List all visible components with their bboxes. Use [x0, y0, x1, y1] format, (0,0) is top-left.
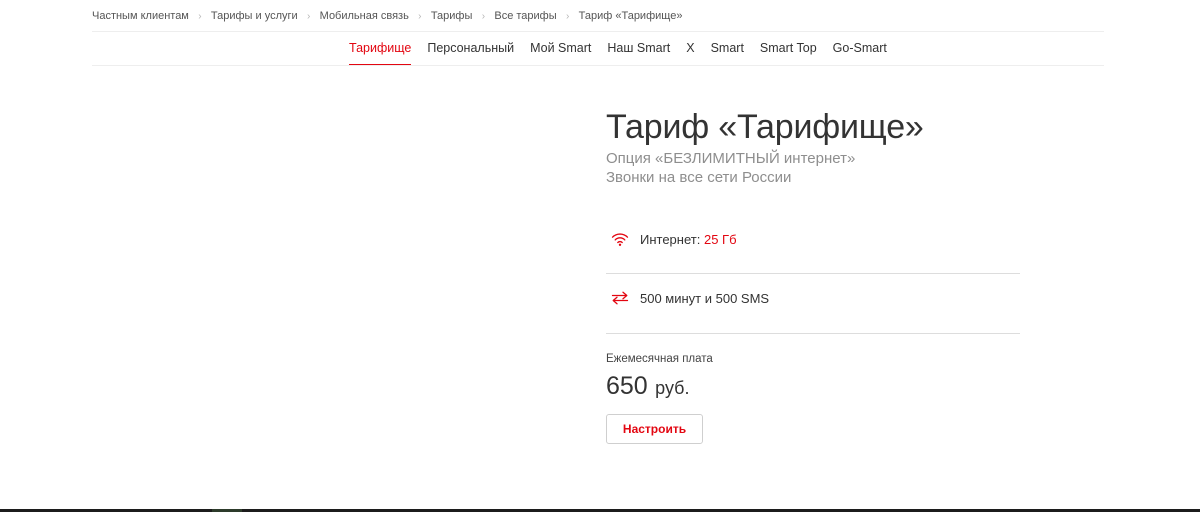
tab-nash-smart[interactable]: Наш Smart: [607, 40, 670, 56]
tariff-tabs: Тарифище Персональный Мой Smart Наш Smar…: [349, 40, 887, 66]
breadcrumb-separator: ›: [565, 10, 570, 22]
tab-x[interactable]: X: [686, 40, 694, 56]
breadcrumb-separator: ›: [481, 10, 486, 22]
tariff-subtitle-calls: Звонки на все сети России: [606, 169, 792, 186]
breadcrumb-item-private-clients[interactable]: Частным клиентам: [92, 10, 189, 22]
page-title: Тариф «Тарифище»: [606, 108, 924, 146]
tab-tarifishche[interactable]: Тарифище: [349, 40, 412, 66]
exchange-arrows-icon: [608, 288, 632, 308]
feature-internet: Интернет: 25 Гб: [606, 210, 1020, 268]
wifi-icon: [608, 229, 632, 249]
tariff-subtitle-option: Опция «БЕЗЛИМИТНЫЙ интернет»: [606, 150, 856, 167]
feature-divider: [606, 333, 1020, 334]
feature-internet-label: Интернет:: [640, 231, 701, 247]
breadcrumb-item-all-tariffs[interactable]: Все тарифы: [494, 10, 556, 22]
tab-my-smart[interactable]: Мой Smart: [530, 40, 591, 56]
breadcrumb-item-tariffs-services[interactable]: Тарифы и услуги: [211, 10, 298, 22]
breadcrumb-separator: ›: [198, 10, 202, 22]
monthly-fee-label: Ежемесячная плата: [606, 353, 713, 365]
feature-internet-value: 25 Гб: [703, 231, 737, 247]
breadcrumb-item-current: Тариф «Тарифище»: [578, 10, 683, 22]
tabs-divider: [92, 65, 1104, 66]
tab-smart[interactable]: Smart: [711, 40, 744, 56]
feature-minutes-sms: 500 минут и 500 SMS: [606, 269, 1020, 327]
configure-button[interactable]: Настроить: [606, 414, 703, 444]
breadcrumb-item-tariffs[interactable]: Тарифы: [431, 10, 473, 22]
tab-smart-top[interactable]: Smart Top: [760, 40, 817, 56]
price-currency: руб.: [655, 378, 690, 398]
breadcrumb-divider: [92, 31, 1104, 32]
breadcrumb: Частным клиентам › Тарифы и услуги › Моб…: [92, 9, 682, 23]
feature-minutes-sms-label: 500 минут и 500 SMS: [640, 290, 770, 306]
breadcrumb-separator: ›: [306, 10, 311, 22]
price-amount: 650: [606, 372, 648, 400]
breadcrumb-separator: ›: [418, 10, 422, 22]
tab-personal[interactable]: Персональный: [427, 40, 514, 56]
price: 650 руб.: [606, 370, 690, 402]
tab-go-smart[interactable]: Go-Smart: [833, 40, 887, 56]
breadcrumb-item-mobile[interactable]: Мобильная связь: [320, 10, 409, 22]
